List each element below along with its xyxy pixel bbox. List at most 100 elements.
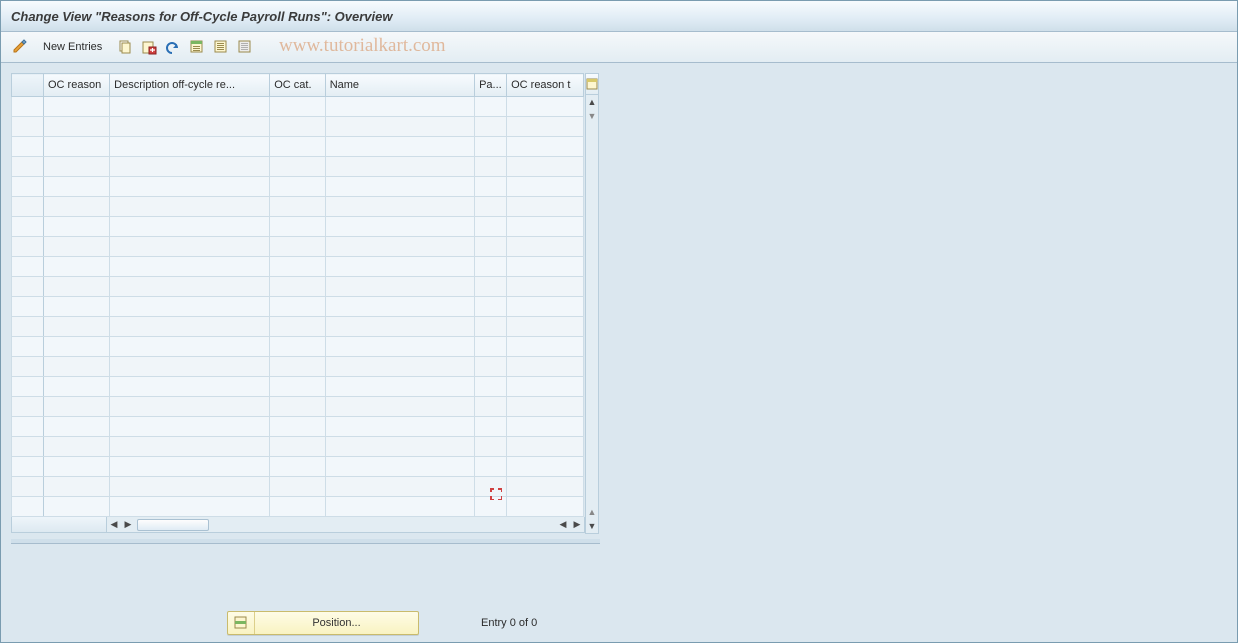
grid-cell[interactable] xyxy=(507,117,584,137)
row-handle[interactable] xyxy=(12,217,44,237)
grid-cell[interactable] xyxy=(270,277,325,297)
undo-button[interactable] xyxy=(164,38,182,56)
grid-cell[interactable] xyxy=(44,217,110,237)
toggle-change-button[interactable] xyxy=(11,38,29,56)
row-selector-header[interactable] xyxy=(12,74,44,97)
grid-cell[interactable] xyxy=(325,97,474,117)
grid-cell[interactable] xyxy=(44,137,110,157)
grid-cell[interactable] xyxy=(507,337,584,357)
table-row[interactable] xyxy=(12,497,584,517)
grid-cell[interactable] xyxy=(325,197,474,217)
grid-cell[interactable] xyxy=(270,117,325,137)
grid-cell[interactable] xyxy=(110,457,270,477)
grid-cell[interactable] xyxy=(325,357,474,377)
grid-cell[interactable] xyxy=(325,237,474,257)
grid-cell[interactable] xyxy=(270,377,325,397)
grid-cell[interactable] xyxy=(270,157,325,177)
grid-cell[interactable] xyxy=(507,177,584,197)
grid-cell[interactable] xyxy=(507,277,584,297)
grid-cell[interactable] xyxy=(325,257,474,277)
table-row[interactable] xyxy=(12,317,584,337)
scroll-down-step-button[interactable]: ▲ xyxy=(586,505,598,519)
scroll-down-button[interactable]: ▼ xyxy=(586,519,598,533)
column-header[interactable]: Pa... xyxy=(475,74,507,97)
grid-cell[interactable] xyxy=(270,357,325,377)
grid-cell[interactable] xyxy=(475,237,507,257)
row-handle[interactable] xyxy=(12,257,44,277)
grid-cell[interactable] xyxy=(325,177,474,197)
grid-cell[interactable] xyxy=(507,137,584,157)
grid-cell[interactable] xyxy=(270,237,325,257)
grid-cell[interactable] xyxy=(475,217,507,237)
table-row[interactable] xyxy=(12,297,584,317)
deselect-all-button[interactable] xyxy=(236,38,254,56)
scroll-up-step-button[interactable]: ▼ xyxy=(586,109,598,123)
grid-cell[interactable] xyxy=(475,377,507,397)
grid-cell[interactable] xyxy=(44,97,110,117)
grid-cell[interactable] xyxy=(44,117,110,137)
row-handle[interactable] xyxy=(12,237,44,257)
grid-cell[interactable] xyxy=(270,497,325,517)
grid-cell[interactable] xyxy=(270,257,325,277)
row-handle[interactable] xyxy=(12,197,44,217)
table-row[interactable] xyxy=(12,257,584,277)
grid-cell[interactable] xyxy=(44,297,110,317)
grid-cell[interactable] xyxy=(475,157,507,177)
data-grid[interactable]: OC reasonDescription off-cycle re...OC c… xyxy=(11,73,584,517)
grid-cell[interactable] xyxy=(110,217,270,237)
grid-cell[interactable] xyxy=(475,97,507,117)
grid-cell[interactable] xyxy=(325,137,474,157)
grid-cell[interactable] xyxy=(110,297,270,317)
grid-cell[interactable] xyxy=(44,357,110,377)
grid-cell[interactable] xyxy=(507,457,584,477)
grid-cell[interactable] xyxy=(110,257,270,277)
grid-cell[interactable] xyxy=(110,177,270,197)
grid-cell[interactable] xyxy=(507,317,584,337)
grid-cell[interactable] xyxy=(110,117,270,137)
row-handle[interactable] xyxy=(12,477,44,497)
grid-cell[interactable] xyxy=(325,397,474,417)
column-header[interactable]: OC cat. xyxy=(270,74,325,97)
grid-cell[interactable] xyxy=(325,437,474,457)
table-row[interactable] xyxy=(12,337,584,357)
grid-cell[interactable] xyxy=(475,177,507,197)
grid-cell[interactable] xyxy=(110,357,270,377)
grid-cell[interactable] xyxy=(507,157,584,177)
row-handle[interactable] xyxy=(12,97,44,117)
grid-cell[interactable] xyxy=(325,277,474,297)
grid-cell[interactable] xyxy=(507,197,584,217)
grid-cell[interactable] xyxy=(44,317,110,337)
grid-cell[interactable] xyxy=(270,457,325,477)
grid-cell[interactable] xyxy=(507,497,584,517)
grid-cell[interactable] xyxy=(475,457,507,477)
grid-cell[interactable] xyxy=(44,177,110,197)
new-entries-button[interactable]: New Entries xyxy=(35,39,110,55)
position-button[interactable]: Position... xyxy=(227,611,419,635)
grid-cell[interactable] xyxy=(325,337,474,357)
table-row[interactable] xyxy=(12,357,584,377)
grid-cell[interactable] xyxy=(44,437,110,457)
table-row[interactable] xyxy=(12,457,584,477)
grid-cell[interactable] xyxy=(475,357,507,377)
table-row[interactable] xyxy=(12,197,584,217)
grid-cell[interactable] xyxy=(507,437,584,457)
grid-cell[interactable] xyxy=(270,97,325,117)
grid-cell[interactable] xyxy=(110,97,270,117)
row-handle[interactable] xyxy=(12,397,44,417)
grid-cell[interactable] xyxy=(475,257,507,277)
grid-cell[interactable] xyxy=(475,397,507,417)
grid-cell[interactable] xyxy=(110,397,270,417)
table-row[interactable] xyxy=(12,117,584,137)
grid-cell[interactable] xyxy=(44,157,110,177)
grid-cell[interactable] xyxy=(475,497,507,517)
grid-cell[interactable] xyxy=(507,397,584,417)
grid-cell[interactable] xyxy=(270,397,325,417)
grid-cell[interactable] xyxy=(44,197,110,217)
grid-cell[interactable] xyxy=(44,477,110,497)
row-handle[interactable] xyxy=(12,377,44,397)
grid-cell[interactable] xyxy=(44,257,110,277)
grid-cell[interactable] xyxy=(325,297,474,317)
grid-cell[interactable] xyxy=(110,137,270,157)
horizontal-scrollbar[interactable]: ◀ ▶ ◀ ▶ xyxy=(11,517,585,533)
scroll-last-button[interactable]: ▶ xyxy=(570,519,584,530)
